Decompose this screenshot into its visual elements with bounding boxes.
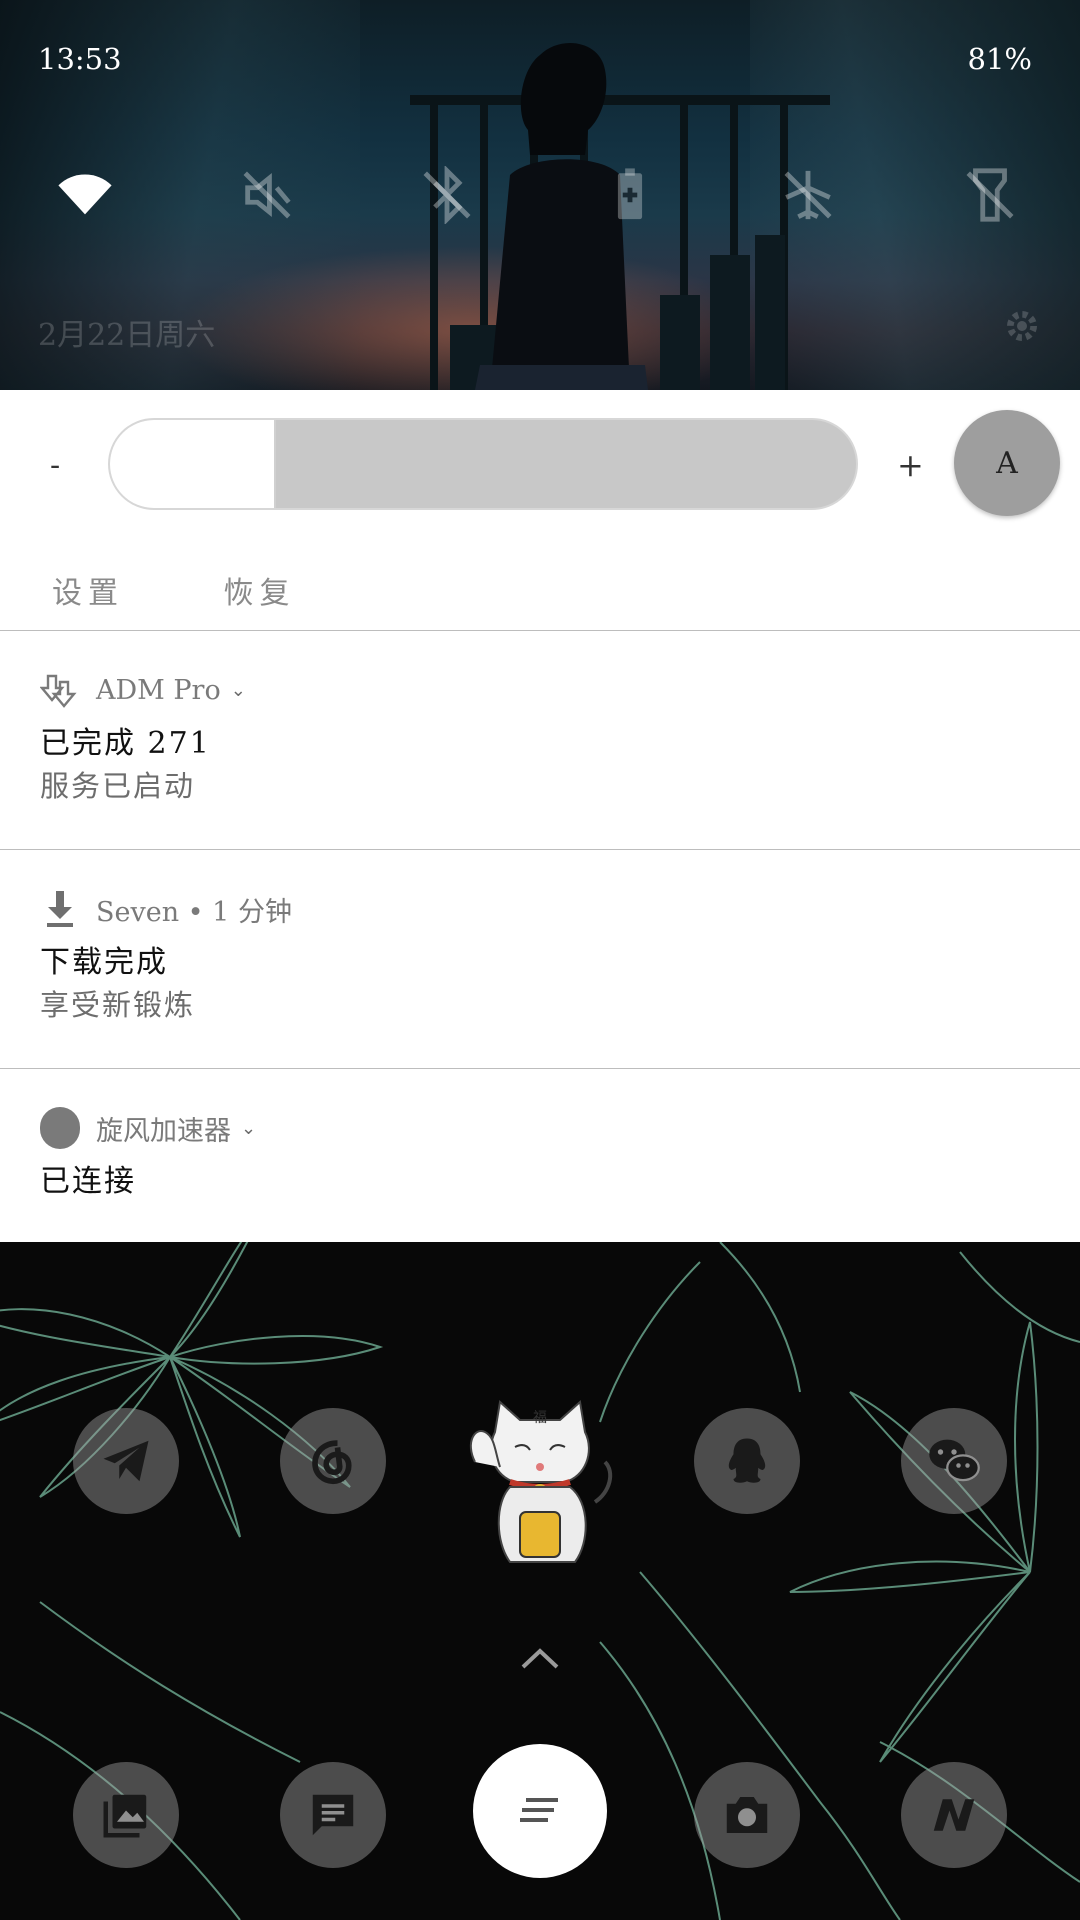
notification-app-name: Seven • 1 分钟 [96, 896, 292, 928]
gear-icon[interactable] [1002, 306, 1042, 346]
messages-app[interactable] [280, 1762, 386, 1868]
wechat-icon [929, 1439, 980, 1482]
notification-header: Seven • 1 分钟 [40, 887, 292, 931]
app-circle-icon [40, 1107, 80, 1149]
quick-tiles-row [0, 160, 1080, 230]
gallery-app[interactable] [73, 1762, 179, 1868]
chevron-down-icon[interactable]: ⌄ [241, 1118, 256, 1139]
status-bar: 13:53 81% [38, 42, 1032, 82]
wifi-icon [58, 174, 112, 215]
divider [0, 849, 1080, 850]
svg-text:福: 福 [533, 1410, 547, 1426]
app-drawer-button[interactable] [473, 1744, 607, 1878]
notification-title: 已连接 [40, 1164, 136, 1199]
airplane-off-icon [784, 170, 832, 220]
nova-icon [933, 1799, 975, 1831]
notification-seven[interactable]: Seven • 1 分钟 下载完成 享受新锻炼 [0, 887, 1080, 1057]
qq-app[interactable] [694, 1408, 800, 1514]
mute-off-icon [243, 171, 291, 219]
bluetooth-tile[interactable] [412, 160, 482, 230]
divider [0, 1068, 1080, 1069]
telegram-app[interactable] [73, 1408, 179, 1514]
telegram-icon [103, 1440, 149, 1482]
nova-app[interactable] [901, 1762, 1007, 1868]
wifi-tile[interactable] [50, 160, 120, 230]
bluetooth-off-icon [423, 166, 471, 224]
chevron-up-icon[interactable] [519, 1645, 561, 1671]
flashlight-tile[interactable] [955, 160, 1025, 230]
wechat-app[interactable] [901, 1408, 1007, 1514]
notification-panel: - + A 设置 恢复 ADM Pro ⌄ 已完成 271 服务已启动 Seve… [0, 390, 1080, 1242]
battery-saver-tile[interactable] [595, 160, 665, 230]
battery-saver-icon [617, 168, 643, 220]
notification-title: 下载完成 [40, 945, 168, 980]
date-row: 2月22日周六 [38, 310, 1042, 353]
auto-brightness-button[interactable]: A [954, 410, 1060, 516]
download-icon [40, 889, 80, 929]
shade-actions: 设置 恢复 [52, 568, 296, 612]
divider [0, 630, 1080, 631]
sound-tile[interactable] [232, 160, 302, 230]
lucky-cat-widget[interactable]: 福 [455, 1392, 625, 1567]
notification-body: 享受新锻炼 [40, 988, 196, 1022]
brightness-plus-button[interactable]: + [897, 446, 924, 484]
restore-action[interactable]: 恢复 [224, 568, 296, 612]
gallery-icon [103, 1794, 147, 1838]
notification-app-name: 旋风加速器 [96, 1115, 231, 1147]
home-screen: 福 [0, 1242, 1080, 1920]
notification-app-name: ADM Pro [96, 674, 221, 706]
notification-body: 服务已启动 [40, 769, 196, 803]
clock-time: 13:53 [38, 42, 122, 76]
netease-music-app[interactable] [280, 1408, 386, 1514]
notification-title: 已完成 271 [40, 726, 211, 761]
notification-header: 旋风加速器 ⌄ [40, 1106, 256, 1150]
chevron-down-icon[interactable]: ⌄ [231, 680, 246, 701]
camera-icon [726, 1797, 768, 1833]
notification-adm-pro[interactable]: ADM Pro ⌄ 已完成 271 服务已启动 [0, 668, 1080, 838]
messages-icon [312, 1794, 354, 1836]
notification-header: ADM Pro ⌄ [40, 668, 246, 712]
netease-music-icon [312, 1440, 352, 1485]
airplane-tile[interactable] [773, 160, 843, 230]
settings-action[interactable]: 设置 [52, 568, 124, 612]
date-text: 2月22日周六 [38, 318, 216, 353]
notification-accelerator[interactable]: 旋风加速器 ⌄ 已连接 [0, 1106, 1080, 1226]
brightness-control: - + A [0, 390, 1080, 540]
camera-app[interactable] [694, 1762, 800, 1868]
qq-icon [728, 1438, 766, 1483]
brightness-slider[interactable] [108, 418, 858, 510]
flashlight-off-icon [966, 168, 1014, 222]
brightness-minus-button[interactable]: - [50, 448, 60, 483]
battery-percent: 81% [967, 42, 1032, 76]
quick-settings-area: 13:53 81% 2月22日周六 [0, 0, 1080, 390]
download-arrows-icon [40, 670, 80, 710]
app-drawer-icon [520, 1798, 558, 1822]
brightness-fill [110, 420, 277, 508]
